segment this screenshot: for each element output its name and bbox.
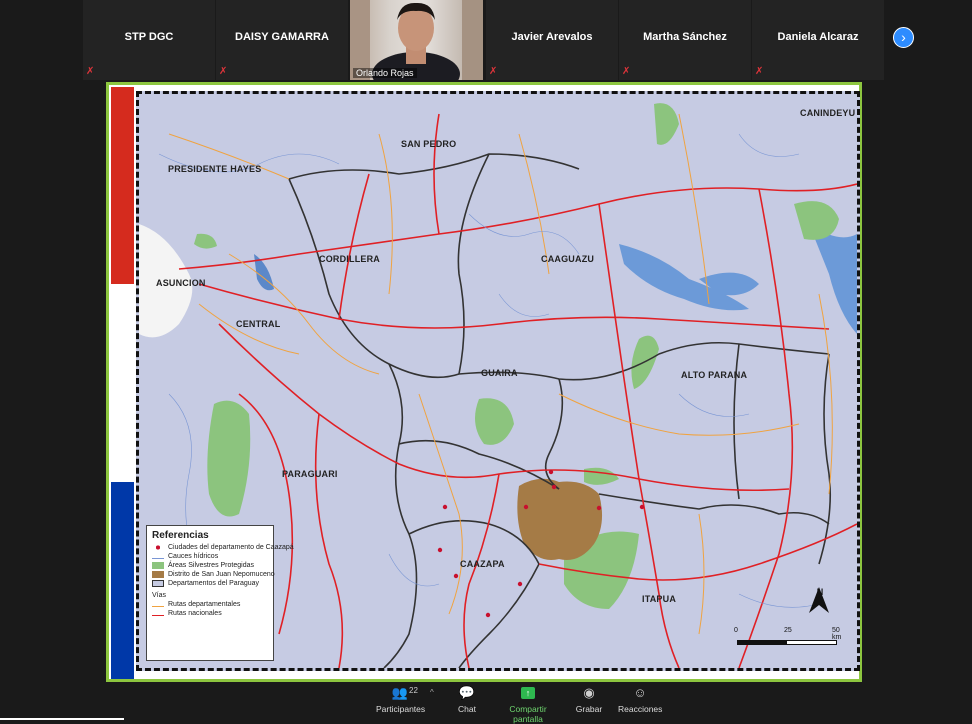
map-label-canindeyu: CANINDEYU [800,108,856,118]
north-arrow: N [807,587,833,627]
map-label-itapua: ITAPUA [642,594,677,604]
protected-area [475,398,514,445]
reactions-button[interactable]: ☺ Reacciones [618,685,662,714]
protected-area [654,103,679,145]
participant-tile[interactable]: DAISY GAMARRA ✗ [216,0,348,80]
chat-icon: 💬 [458,685,476,700]
river [809,224,857,334]
map-label-caaguazu: CAAGUAZU [541,254,595,264]
legend-item: Rutas nacionales [152,610,268,617]
participant-name: Javier Arevalos [511,31,593,43]
muted-mic-icon: ✗ [622,66,631,77]
protected-area [207,400,251,517]
chevron-up-icon[interactable]: ^ [430,688,434,697]
scale-bar: 0 25 50 km [734,627,844,657]
legend-title: Referencias [152,530,209,541]
chevron-right-icon: › [901,29,906,45]
legend-item: Ciudades del departamento de Caazapá [152,544,294,551]
muted-mic-icon: ✗ [86,66,95,77]
record-button[interactable]: ◉ Grabar [573,685,605,714]
next-page-button[interactable]: › [893,27,914,48]
map-label-alto-parana: ALTO PARANA [681,370,748,380]
legend-item: Departamentos del Paraguay [152,580,268,587]
map-label-central: CENTRAL [236,319,281,329]
chat-button[interactable]: 💬 Chat [449,685,485,714]
share-screen-button[interactable]: ↑ Compartir pantalla [494,685,562,724]
participant-tile[interactable]: Martha Sánchez ✗ [619,0,751,80]
meeting-toolbar: 👥 Participantes 22 ^ 💬 Chat ↑ Compartir … [0,682,972,724]
participant-tile[interactable]: Javier Arevalos ✗ [486,0,618,80]
map-legend: Referencias Ciudades del departamento de… [146,525,294,661]
record-icon: ◉ [583,685,595,700]
map-label-paraguari: PARAGUARI [282,469,338,479]
department-boundaries [288,153,832,668]
muted-mic-icon: ✗ [489,66,498,77]
legend-item: Áreas Silvestres Protegidas [152,562,268,569]
participant-tile[interactable]: STP DGC ✗ [83,0,215,80]
legend-item: Distrito de San Juan Nepomuceno [152,571,275,578]
participant-name: Orlando Rojas [353,68,417,78]
legend-item: Cauces hídricos [152,553,268,560]
participant-name: DAISY GAMARRA [235,31,329,43]
participant-name: STP DGC [124,31,174,43]
protected-area [194,233,217,249]
participant-name: Daniela Alcaraz [777,31,859,43]
share-screen-icon: ↑ [521,687,535,699]
participant-video-tile[interactable]: Orlando Rojas [350,0,483,80]
map-label-caazapa: CAAZAPA [460,559,505,569]
map-label-guaira: GUAIRA [481,368,518,378]
map-label-san-pedro: SAN PEDRO [401,139,457,149]
participant-gallery: STP DGC ✗ DAISY GAMARRA ✗ Orlando Rojas … [0,0,972,82]
muted-mic-icon: ✗ [755,66,764,77]
participant-tile[interactable]: Daniela Alcaraz ✗ [752,0,884,80]
map: CANINDEYU SAN PEDRO PRESIDENTE HAYES COR… [136,91,860,671]
protected-area [584,467,619,485]
emoji-icon: ☺ [633,685,647,700]
paraguay-flag-stripe [111,87,134,679]
legend-vias-title: Vías [152,592,167,599]
map-label-presidente-hayes: PRESIDENTE HAYES [168,164,262,174]
map-label-cordillera: CORDILLERA [319,254,380,264]
district-san-juan-nepomuceno [517,478,603,560]
participant-name: Martha Sánchez [643,31,727,43]
protected-area [794,201,839,240]
legend-item: Rutas departamentales [152,601,268,608]
participants-count: 22 [409,686,418,695]
map-label-asuncion: ASUNCION [156,278,206,288]
north-arrow-icon [809,587,829,613]
shared-screen[interactable]: CANINDEYU SAN PEDRO PRESIDENTE HAYES COR… [106,82,862,682]
muted-mic-icon: ✗ [219,66,228,77]
